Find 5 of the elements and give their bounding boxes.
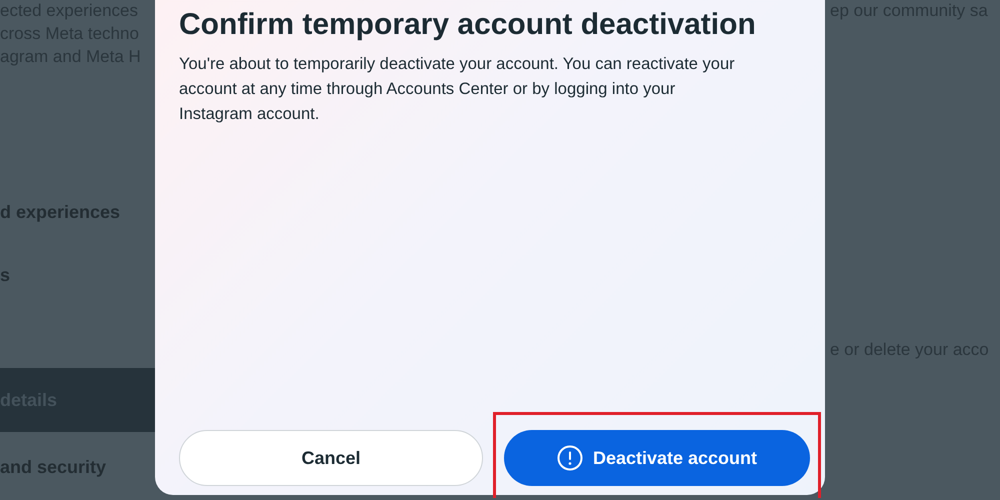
- deactivate-button[interactable]: Deactivate account: [504, 430, 810, 486]
- cancel-button[interactable]: Cancel: [179, 430, 483, 486]
- dialog-title: Confirm temporary account deactivation: [179, 8, 757, 42]
- dialog-message: You're about to temporarily deactivate your account. You can reactivate your account at any time through Accounts Center or by logging into your Instagram account.: [179, 54, 736, 125]
- alert-icon: [556, 445, 583, 471]
